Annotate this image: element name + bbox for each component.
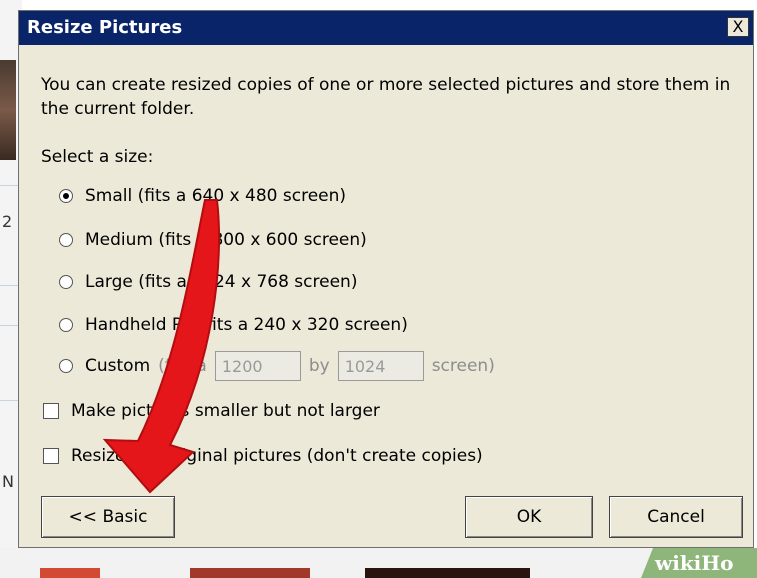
checkbox-icon[interactable]: [43, 403, 59, 419]
title-bar[interactable]: Resize Pictures X: [19, 11, 753, 45]
radio-label: Handheld PC (fits a 240 x 320 screen): [85, 315, 408, 335]
radio-label: Custom: [85, 356, 151, 376]
cancel-button[interactable]: Cancel: [609, 496, 743, 538]
radio-small[interactable]: Small (fits a 640 x 480 screen): [59, 183, 346, 209]
custom-height-input[interactable]: 1024: [337, 351, 424, 381]
checkbox-label: Resize the original pictures (don't crea…: [71, 446, 483, 466]
custom-width-input[interactable]: 1200: [214, 351, 301, 381]
background-thumbnail: [40, 568, 100, 578]
radio-label: Small (fits a 640 x 480 screen): [85, 186, 347, 206]
background-thumbnail: [365, 568, 530, 578]
background-thumbnail: [190, 568, 310, 578]
radio-label: Medium (fits a 800 x 600 screen): [85, 230, 367, 250]
checkbox-label: Make pictures smaller but not larger: [71, 401, 380, 421]
radio-handheld[interactable]: Handheld PC (fits a 240 x 320 screen): [59, 312, 408, 338]
ok-button[interactable]: OK: [465, 496, 593, 538]
radio-icon[interactable]: [59, 359, 73, 373]
background-text: 2: [2, 212, 13, 231]
checkbox-smaller-only[interactable]: Make pictures smaller but not larger: [43, 399, 380, 423]
radio-icon[interactable]: [59, 275, 73, 289]
watermark-logo: wikiHo: [641, 548, 757, 578]
radio-icon[interactable]: [59, 233, 73, 247]
resize-pictures-dialog: Resize Pictures X You can create resized…: [18, 10, 754, 548]
checkbox-icon[interactable]: [43, 448, 59, 464]
dialog-description: You can create resized copies of one or …: [41, 75, 731, 119]
dialog-title: Resize Pictures: [27, 17, 183, 38]
custom-suffix: screen): [431, 356, 495, 376]
checkbox-resize-originals[interactable]: Resize the original pictures (don't crea…: [43, 444, 483, 468]
close-button[interactable]: X: [727, 17, 749, 37]
radio-custom[interactable]: Custom (fits a 1200 by 1024 screen): [59, 351, 495, 381]
radio-medium[interactable]: Medium (fits a 800 x 600 screen): [59, 227, 367, 253]
custom-prefix: (fits a: [158, 356, 207, 376]
select-size-label: Select a size:: [41, 147, 154, 167]
basic-button[interactable]: << Basic: [41, 496, 175, 538]
background-thumbnail: [0, 60, 16, 160]
radio-selected-icon[interactable]: [59, 189, 73, 203]
radio-large[interactable]: Large (fits a 1024 x 768 screen): [59, 269, 357, 295]
background-text: N: [2, 472, 14, 491]
radio-label: Large (fits a 1024 x 768 screen): [85, 272, 358, 292]
custom-by-label: by: [308, 356, 330, 376]
radio-icon[interactable]: [59, 318, 73, 332]
